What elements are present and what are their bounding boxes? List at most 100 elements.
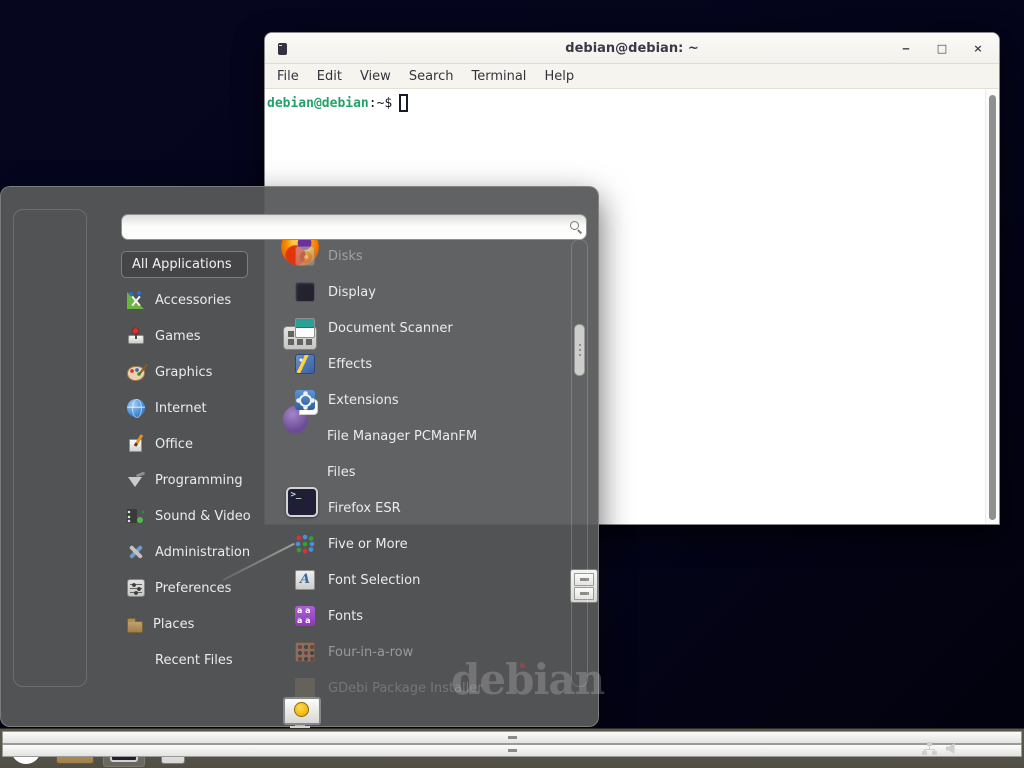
category-item[interactable]: Games — [119, 318, 284, 354]
prompt-colon: : — [369, 96, 377, 111]
prompt-user-host: debian@debian — [267, 96, 369, 111]
app-label: Four-in-a-row — [328, 645, 413, 660]
app-item[interactable]: Files — [285, 454, 569, 490]
category-label: Places — [153, 617, 194, 632]
menubar-item[interactable]: Edit — [308, 64, 351, 89]
app-label: Extensions — [328, 393, 399, 408]
window-title: debian@debian: ~ — [265, 41, 999, 56]
category-label: Preferences — [155, 581, 231, 596]
search-input[interactable] — [121, 214, 587, 240]
category-label: Programming — [155, 473, 243, 488]
extensions-gear-icon — [295, 390, 315, 410]
prompt-path: ~ — [377, 96, 385, 111]
disks-icon — [295, 246, 315, 266]
app-label: Fonts — [328, 609, 363, 624]
category-label: Internet — [155, 401, 207, 416]
games-icon — [127, 327, 145, 345]
network-icon[interactable] — [922, 742, 937, 755]
files-icon — [296, 462, 314, 482]
terminal-scrollbar-thumb[interactable] — [989, 95, 996, 520]
app-label: GDebi Package Installer — [328, 681, 483, 696]
terminal-cursor — [399, 94, 408, 112]
app-label: Firefox ESR — [328, 501, 401, 516]
app-label: Font Selection — [328, 573, 420, 588]
app-label: Files — [327, 465, 356, 480]
sound-video-icon — [127, 507, 145, 525]
category-item[interactable]: Office — [119, 426, 284, 462]
window-controls: ‒ □ × — [899, 33, 985, 64]
app-label: Document Scanner — [328, 321, 453, 336]
terminal-scrollbar[interactable] — [985, 90, 999, 524]
app-item[interactable]: GDebi Package Installer — [285, 670, 569, 706]
category-item[interactable]: Internet — [119, 390, 284, 426]
shell-prompt: debian@debian:~$ — [267, 94, 997, 112]
app-item[interactable]: Extensions — [285, 382, 569, 418]
app-item[interactable]: Fonts — [285, 598, 569, 634]
category-label: Accessories — [155, 293, 231, 308]
maximize-button[interactable]: □ — [935, 33, 949, 64]
taskbar-launchers: [D] — [0, 731, 194, 767]
font-selection-icon — [295, 570, 315, 590]
administration-icon — [127, 543, 145, 561]
app-item[interactable]: Firefox ESR — [285, 490, 569, 526]
category-item[interactable]: Administration — [119, 534, 284, 570]
application-list: Disks Display Document Scanner Effects E… — [285, 238, 569, 706]
app-label: Five or More — [328, 537, 408, 552]
app-label: Disks — [328, 249, 363, 264]
terminal-titlebar[interactable]: debian@debian: ~ ‒ □ × — [265, 33, 999, 64]
category-label: Recent Files — [155, 653, 233, 668]
category-label: Sound & Video — [155, 509, 251, 524]
app-item[interactable]: Five or More — [285, 526, 569, 562]
category-item[interactable]: Sound & Video — [119, 498, 284, 534]
effects-icon — [295, 354, 315, 374]
category-label: Administration — [155, 545, 250, 560]
category-label: Graphics — [155, 365, 212, 380]
app-item[interactable]: File Manager PCManFM — [285, 418, 569, 454]
menubar-item[interactable]: Terminal — [462, 64, 535, 89]
document-scanner-icon — [295, 318, 315, 338]
category-item[interactable]: Programming — [119, 462, 284, 498]
programming-icon — [127, 471, 145, 489]
category-label: Office — [155, 437, 193, 452]
app-item[interactable]: Document Scanner — [285, 310, 569, 346]
five-or-more-icon — [295, 534, 315, 554]
all-applications-button[interactable]: All Applications — [121, 251, 248, 278]
app-label: Effects — [328, 357, 372, 372]
four-in-a-row-icon — [295, 642, 315, 662]
prompt-dollar: $ — [384, 96, 392, 111]
application-menu: debian All Applications — [0, 186, 599, 727]
app-label: File Manager PCManFM — [327, 429, 477, 444]
close-button[interactable]: × — [971, 33, 985, 64]
app-label: Display — [328, 285, 376, 300]
app-list-scrollbar[interactable] — [571, 239, 588, 687]
app-item[interactable]: Disks — [285, 238, 569, 274]
menubar-item[interactable]: File — [268, 64, 308, 89]
category-item[interactable]: Accessories — [119, 282, 284, 318]
category-item[interactable]: Recent Files — [119, 642, 284, 678]
category-label: Games — [155, 329, 200, 344]
category-item[interactable]: Preferences — [119, 570, 284, 606]
file-manager-icon — [296, 426, 314, 446]
accessories-icon — [127, 291, 145, 309]
file-cabinet-icon — [161, 734, 185, 764]
minimize-button[interactable]: ‒ — [899, 33, 913, 64]
all-applications-label: All Applications — [132, 257, 232, 272]
terminal-menubar: File Edit View Search Terminal Help — [265, 64, 999, 89]
menubar-item[interactable]: Search — [400, 64, 463, 89]
app-item[interactable]: Effects — [285, 346, 569, 382]
category-list: Accessories Games Graphics Internet Offi… — [119, 282, 284, 678]
preferences-icon — [127, 579, 145, 597]
app-list-scrollbar-thumb[interactable] — [574, 324, 585, 376]
menubar-item[interactable]: Help — [535, 64, 583, 89]
category-item[interactable]: Graphics — [119, 354, 284, 390]
firefox-icon — [295, 498, 315, 518]
app-item[interactable]: Font Selection — [285, 562, 569, 598]
menubar-item[interactable]: View — [351, 64, 400, 89]
app-item[interactable]: Four-in-a-row — [285, 634, 569, 670]
graphics-icon — [127, 363, 145, 381]
places-folder-icon — [127, 621, 143, 633]
files-launcher[interactable] — [152, 731, 194, 767]
category-item[interactable]: Places — [119, 606, 284, 642]
internet-globe-icon — [127, 399, 145, 417]
app-item[interactable]: Display — [285, 274, 569, 310]
